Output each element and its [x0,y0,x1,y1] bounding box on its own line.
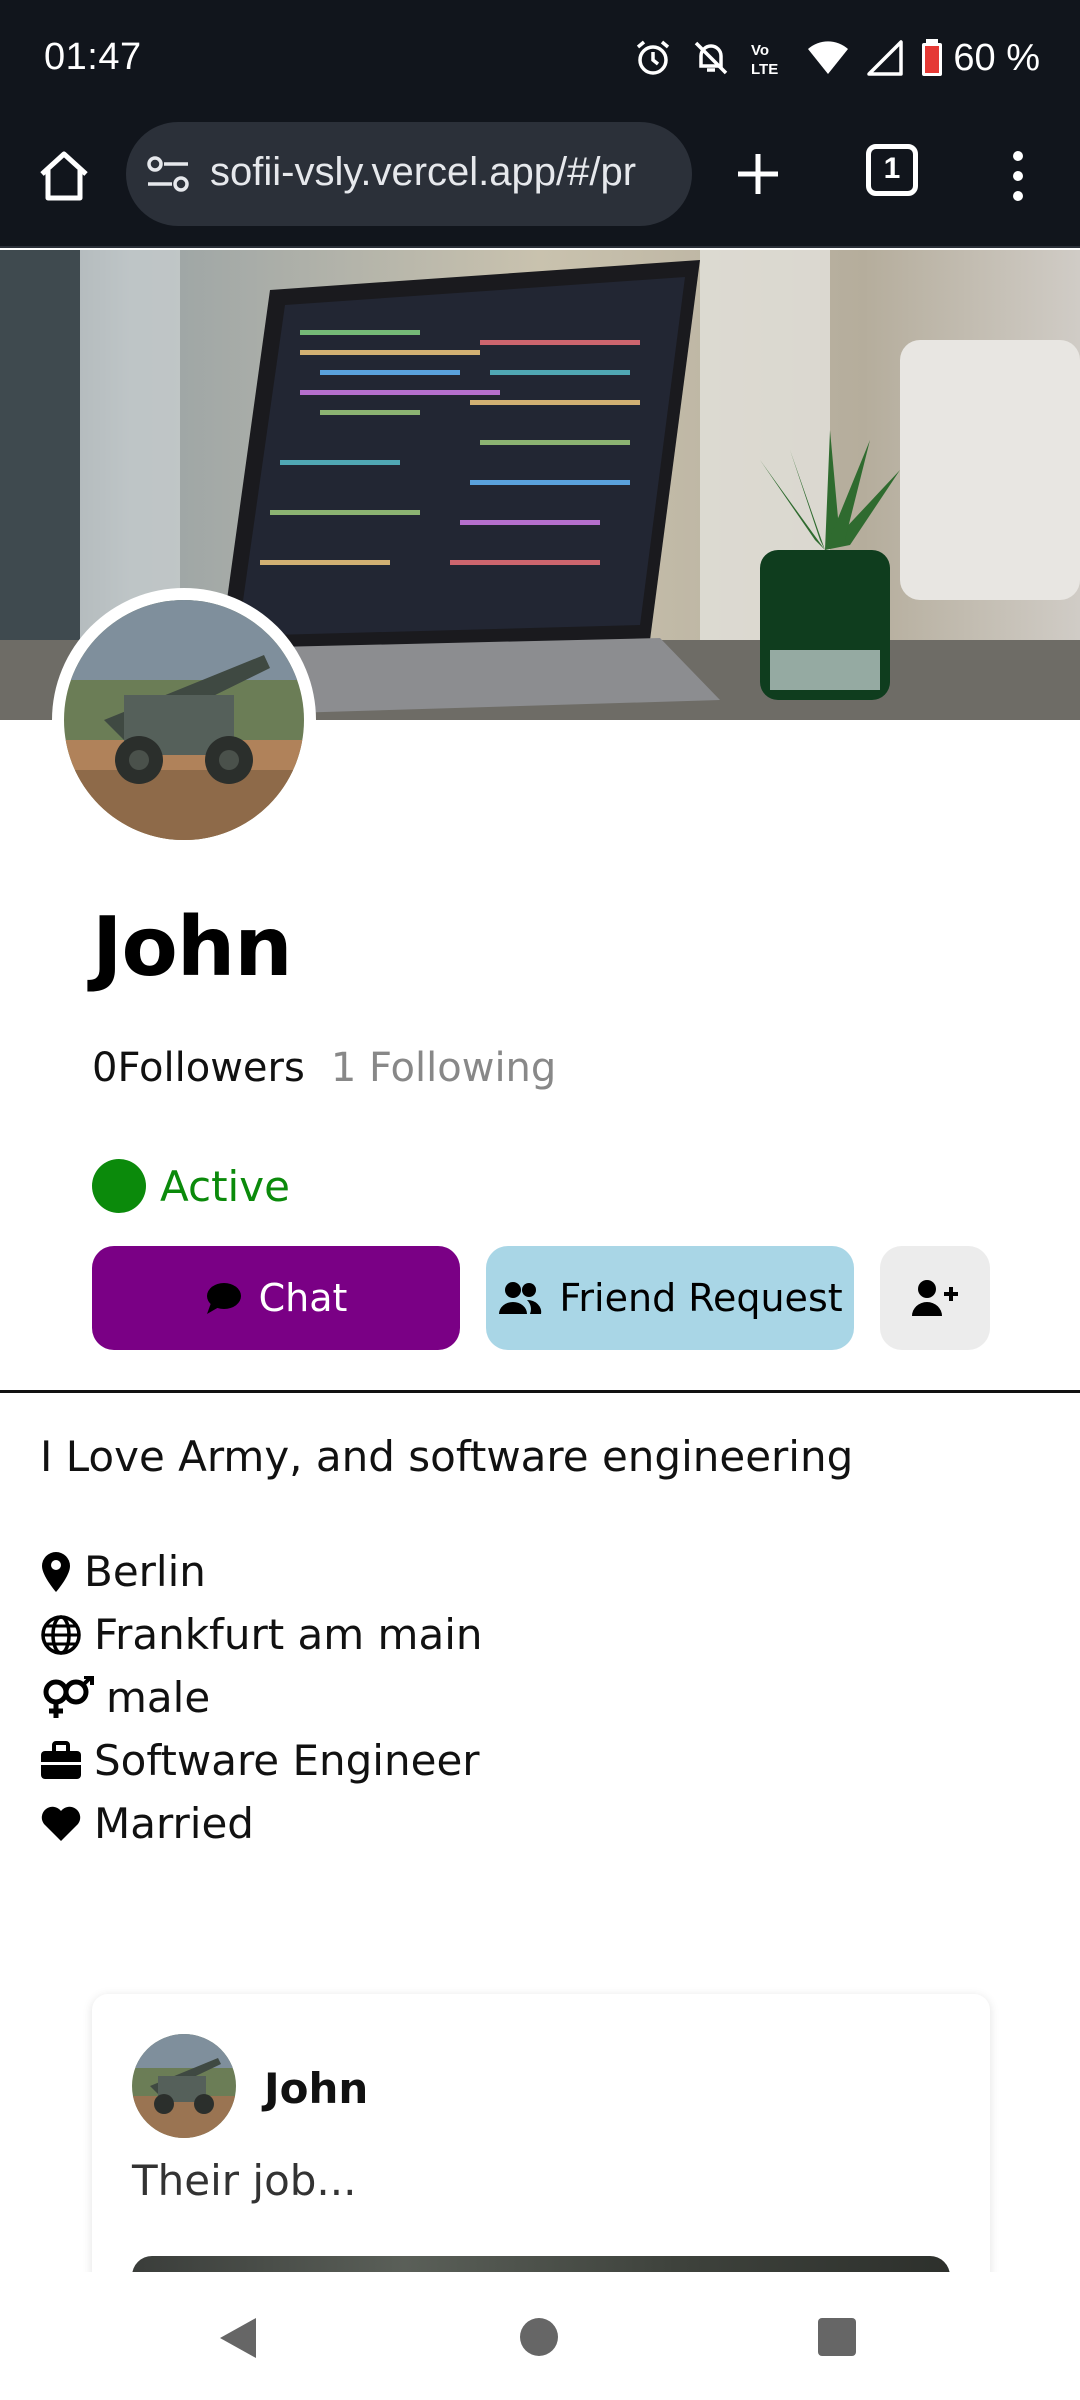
follow-stats: 0Followers 1 Following [92,1045,556,1091]
post-author-name[interactable]: John [264,2064,368,2113]
status-indicator: Active [92,1158,290,1214]
user-plus-icon [912,1280,958,1316]
tabs-icon[interactable]: 1 [866,144,918,196]
add-friend-button[interactable] [880,1246,990,1350]
profile-bio: I Love Army, and software engineering [40,1432,854,1481]
status-time: 01:47 [44,36,142,78]
signal-icon [867,40,904,76]
info-occupation-text: Software Engineer [94,1736,480,1785]
profile-name: John [92,900,293,995]
battery-level: 60 % [953,36,1040,79]
info-gender: male [40,1666,482,1729]
status-text: Active [160,1161,290,1211]
info-location: Berlin [40,1540,482,1603]
profile-info-list: Berlin Frankfurt am main male Software E… [40,1540,482,1855]
post-author-avatar[interactable] [132,2034,236,2138]
status-dot [92,1159,146,1213]
home-icon[interactable] [34,146,94,206]
info-location-text: Berlin [84,1547,206,1596]
chat-button-label: Chat [258,1276,348,1320]
chat-bubble-icon [206,1283,241,1314]
new-tab-icon[interactable] [728,144,788,204]
location-pin-icon [42,1551,70,1592]
post-text: Their job... [132,2156,357,2205]
recents-icon[interactable] [818,2318,856,2356]
system-nav-bar [0,2272,1080,2400]
info-occupation: Software Engineer [40,1729,482,1792]
friend-request-button[interactable]: Friend Request [486,1246,854,1350]
url-text[interactable]: sofii-vsly.vercel.app/#/pr [210,150,636,195]
home-circle-icon[interactable] [520,2318,558,2356]
info-city: Frankfurt am main [40,1603,482,1666]
globe-icon [41,1614,81,1655]
followers-count[interactable]: 0Followers [92,1045,305,1091]
users-icon [499,1282,542,1314]
address-bar[interactable]: sofii-vsly.vercel.app/#/pr [126,122,692,226]
wifi-icon [808,41,849,74]
info-city-text: Frankfurt am main [94,1610,483,1659]
profile-avatar[interactable] [52,588,316,852]
status-bar: 01:47 Vo LTE 60 % [0,0,1080,118]
status-icons: Vo LTE 60 % [633,30,1040,86]
svg-text:Vo: Vo [751,42,769,59]
alarm-icon [637,40,670,75]
browser-toolbar: sofii-vsly.vercel.app/#/pr 1 [0,118,1080,248]
heart-icon [41,1806,81,1841]
friend-request-label: Friend Request [559,1276,843,1320]
info-gender-text: male [106,1673,211,1722]
back-icon[interactable] [218,2316,258,2360]
svg-text:LTE: LTE [751,61,778,78]
info-relationship-text: Married [94,1799,254,1848]
briefcase-icon [41,1740,81,1779]
more-menu-icon[interactable] [1000,144,1036,208]
section-divider [0,1390,1080,1393]
info-relationship: Married [40,1792,482,1855]
following-count[interactable]: 1 Following [331,1045,557,1091]
volte-icon: Vo LTE [751,42,778,78]
site-settings-icon[interactable] [146,154,190,194]
gender-icon [43,1675,94,1718]
battery-icon [922,39,943,76]
chat-button[interactable]: Chat [92,1246,460,1350]
notifications-off-icon [695,41,728,75]
